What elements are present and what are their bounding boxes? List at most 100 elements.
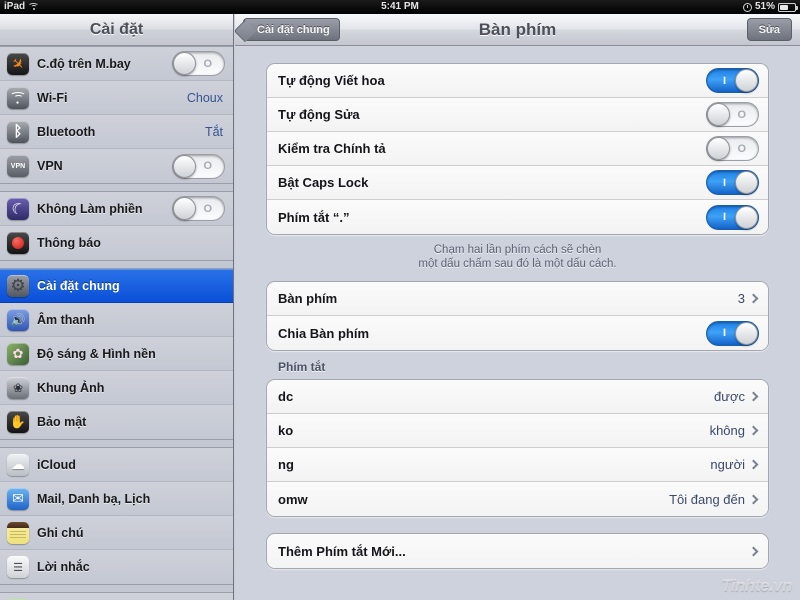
row-value: người (710, 457, 745, 472)
shortcuts-spacer (266, 517, 769, 533)
reminders-icon (7, 556, 29, 578)
sidebar-item-thong-bao[interactable]: Thông báo (0, 226, 233, 260)
mail-icon (7, 487, 29, 510)
edit-button[interactable]: Sửa (746, 18, 792, 41)
row-label: Bật Caps Lock (278, 175, 369, 190)
sidebar-item-mail-danh-ba-lich[interactable]: Mail, Danh bạ, Lịch (0, 482, 233, 516)
toggle-knob[interactable] (173, 52, 196, 75)
detail-pane: Cài đặt chung Bàn phím Sửa Tự động Viết … (235, 14, 800, 600)
settings-row-tu-ong-sua[interactable]: Tự động Sửa O (267, 98, 768, 132)
airplane-icon (7, 52, 29, 75)
toggle-marker: O (203, 202, 212, 215)
toggle-switch[interactable]: O (706, 136, 759, 161)
ipad-settings-screen: iPad 5:41 PM 51% Cài đặt C.độ trên M.bay… (0, 0, 800, 600)
status-bar-right: 51% (742, 0, 798, 14)
notifications-icon (7, 232, 29, 254)
battery-percent: 51% (754, 1, 775, 12)
sidebar-item-label: Ghi chú (37, 525, 84, 540)
sidebar-item-c-o-tren-m-bay[interactable]: C.độ trên M.bay O (0, 47, 233, 81)
toggle-knob[interactable] (735, 205, 758, 229)
sidebar-item-icloud[interactable]: iCloud (0, 448, 233, 482)
row-label: ko (278, 423, 294, 438)
settings-row-them-phim-tat-moi[interactable]: Thêm Phím tắt Mới... (267, 534, 768, 568)
sidebar-item-label: Độ sáng & Hình nền (37, 346, 156, 361)
toggle-knob[interactable] (735, 171, 758, 194)
notes-icon (7, 521, 29, 544)
row-label: Thêm Phím tắt Mới... (278, 543, 406, 559)
sidebar-item-label: Cài đặt chung (37, 278, 120, 293)
sidebar-item-value: Tắt (204, 124, 223, 139)
settings-row-phim-tat[interactable]: Phím tắt “.” I (267, 200, 768, 234)
sidebar-item-bluetooth[interactable]: Bluetooth Tắt (0, 115, 233, 149)
sidebar-item-label: Thông báo (37, 236, 101, 250)
sidebar-item-label: Bluetooth (37, 124, 96, 139)
sidebar-group: iCloud Mail, Danh bạ, Lịch Ghi chú Lời nhắc (0, 447, 233, 585)
sidebar-item-ghi-chu[interactable]: Ghi chú (0, 516, 233, 550)
sidebar-item-o-sang-hinh-nen[interactable]: Độ sáng & Hình nền (0, 337, 233, 371)
status-bar-clock: 5:41 PM (381, 1, 419, 12)
toggle-switch[interactable]: O (172, 196, 225, 221)
sidebar-item-bao-mat[interactable]: Bảo mật (0, 405, 233, 439)
gear-icon (7, 274, 29, 297)
row-label: Phím tắt “.” (278, 209, 350, 225)
toggle-knob[interactable] (707, 137, 730, 160)
add-shortcut-group: Thêm Phím tắt Mới... (266, 533, 769, 569)
sidebar-item-label: Khung Ảnh (37, 380, 105, 395)
icloud-icon (7, 453, 29, 476)
toggle-knob[interactable] (707, 103, 730, 126)
moon-icon (7, 197, 29, 220)
sidebar-item-wi-fi[interactable]: Wi-Fi Choux (0, 81, 233, 115)
privacy-hand-icon (7, 411, 29, 433)
settings-row-tu-ong-viet-hoa[interactable]: Tự động Viết hoa I (267, 64, 768, 98)
row-label: Bàn phím (278, 291, 338, 306)
navigation-bar: Cài đặt chung Bàn phím Sửa (235, 14, 800, 46)
toggle-switch[interactable]: I (706, 204, 759, 230)
toggle-marker: I (723, 211, 727, 223)
settings-row-omw[interactable]: omw Tôi đang đến (267, 482, 768, 516)
settings-row-ban-phim[interactable]: Bàn phím 3 (267, 282, 768, 316)
settings-row-kiem-tra-chinh-ta[interactable]: Kiểm tra Chính tả O (267, 132, 768, 166)
sidebar-item-loi-nhac[interactable]: Lời nhắc (0, 550, 233, 584)
settings-row-ng[interactable]: ng người (267, 448, 768, 482)
toggle-marker: O (737, 108, 746, 121)
toggle-switch[interactable]: O (172, 51, 225, 76)
toggle-switch[interactable]: I (706, 68, 759, 93)
back-button-label: Cài đặt chung (257, 23, 330, 36)
sidebar-title: Cài đặt (89, 20, 144, 38)
sidebar-item-khong-lam-phien[interactable]: Không Làm phiền O (0, 192, 233, 226)
settings-row-chia-ban-phim[interactable]: Chia Bàn phím I (267, 316, 768, 350)
toggle-switch[interactable]: I (706, 170, 759, 195)
settings-row-dc[interactable]: dc được (267, 380, 768, 414)
toggle-switch[interactable]: I (706, 320, 759, 346)
status-bar: iPad 5:41 PM 51% (0, 0, 800, 14)
settings-row-ko[interactable]: ko không (267, 414, 768, 448)
toggle-knob[interactable] (173, 197, 196, 220)
toggle-knob[interactable] (735, 321, 758, 345)
sidebar-item-messages-icon[interactable] (0, 593, 233, 600)
chevron-right-icon (748, 293, 759, 304)
sidebar-item-am-thanh[interactable]: Âm thanh (0, 303, 233, 337)
toggle-marker: I (723, 327, 727, 339)
sidebar-item-label: Âm thanh (37, 312, 95, 327)
toggle-knob[interactable] (173, 154, 196, 178)
toggle-knob[interactable] (735, 69, 758, 92)
row-label: Chia Bàn phím (278, 325, 370, 341)
toggle-marker: O (203, 57, 212, 70)
row-label: Tự động Sửa (278, 107, 360, 122)
settings-content: Tự động Viết hoa I Tự động Sửa O Kiểm tra Ch… (235, 47, 800, 600)
row-label: Tự động Viết hoa (278, 73, 385, 88)
sidebar-header: Cài đặt (0, 14, 233, 46)
settings-row-bat-caps-lock[interactable]: Bật Caps Lock I (267, 166, 768, 200)
toggle-switch[interactable]: O (706, 102, 759, 127)
row-label: ng (278, 457, 294, 472)
sidebar-item-cai-at-chung[interactable]: Cài đặt chung (0, 269, 233, 303)
sidebar-item-value: Choux (186, 90, 223, 105)
toggle-switch[interactable]: O (172, 153, 225, 179)
toggle-marker: I (723, 176, 727, 189)
row-label: dc (278, 389, 294, 404)
row-label: omw (278, 491, 308, 507)
sidebar-item-khung-anh[interactable]: Khung Ảnh (0, 371, 233, 405)
battery-icon (778, 2, 798, 12)
speaker-icon (7, 308, 29, 331)
sidebar-item-vpn[interactable]: VPN O (0, 149, 233, 183)
